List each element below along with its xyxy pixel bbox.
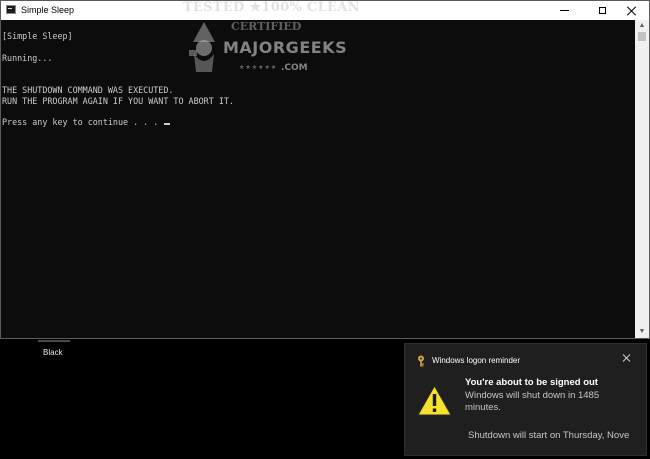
screen: Simple Sleep [Simple Sleep] Running... T… <box>0 0 650 459</box>
desktop-label[interactable]: Black <box>43 348 63 357</box>
console-line: THE SHUTDOWN COMMAND WAS EXECUTED. <box>2 85 174 95</box>
toast-close-button[interactable] <box>621 353 633 365</box>
title-bar[interactable]: Simple Sleep <box>1 1 649 20</box>
maximize-icon <box>598 7 606 14</box>
toast-heading: You're about to be signed out <box>465 377 598 388</box>
maximize-button[interactable] <box>585 1 619 20</box>
toast-notification[interactable]: Windows logon reminder You're about to b… <box>404 343 647 456</box>
scroll-up-arrow-icon[interactable]: ▲ <box>635 20 649 32</box>
console-line: RUN THE PROGRAM AGAIN IF YOU WANT TO ABO… <box>2 96 234 106</box>
minimize-button[interactable] <box>547 1 581 20</box>
toast-app-name: Windows logon reminder <box>432 356 521 365</box>
window-title: Simple Sleep <box>21 5 75 15</box>
text-cursor <box>164 123 171 125</box>
scroll-down-arrow-icon[interactable]: ▼ <box>635 326 649 338</box>
console-output[interactable]: [Simple Sleep] Running... THE SHUTDOWN C… <box>1 20 635 338</box>
desktop-item-divider <box>38 340 70 342</box>
console-prompt: Press any key to continue . . . <box>2 117 164 127</box>
close-button[interactable] <box>615 1 649 20</box>
scroll-thumb[interactable] <box>638 32 646 41</box>
vertical-scrollbar[interactable]: ▲ ▼ <box>635 20 649 338</box>
console-line: [Simple Sleep] <box>2 31 73 41</box>
console-icon <box>6 5 16 14</box>
warning-icon <box>417 385 452 416</box>
console-line: Running... <box>2 53 53 63</box>
minimize-icon <box>559 10 569 11</box>
close-icon <box>627 6 637 16</box>
console-prompt-line: Press any key to continue . . . <box>2 117 171 127</box>
toast-footer: Shutdown will start on Thursday, Nove <box>468 430 630 441</box>
console-window: Simple Sleep [Simple Sleep] Running... T… <box>0 0 650 339</box>
toast-body: Windows will shut down in 1485 minutes. <box>465 390 600 413</box>
key-icon <box>418 355 424 367</box>
